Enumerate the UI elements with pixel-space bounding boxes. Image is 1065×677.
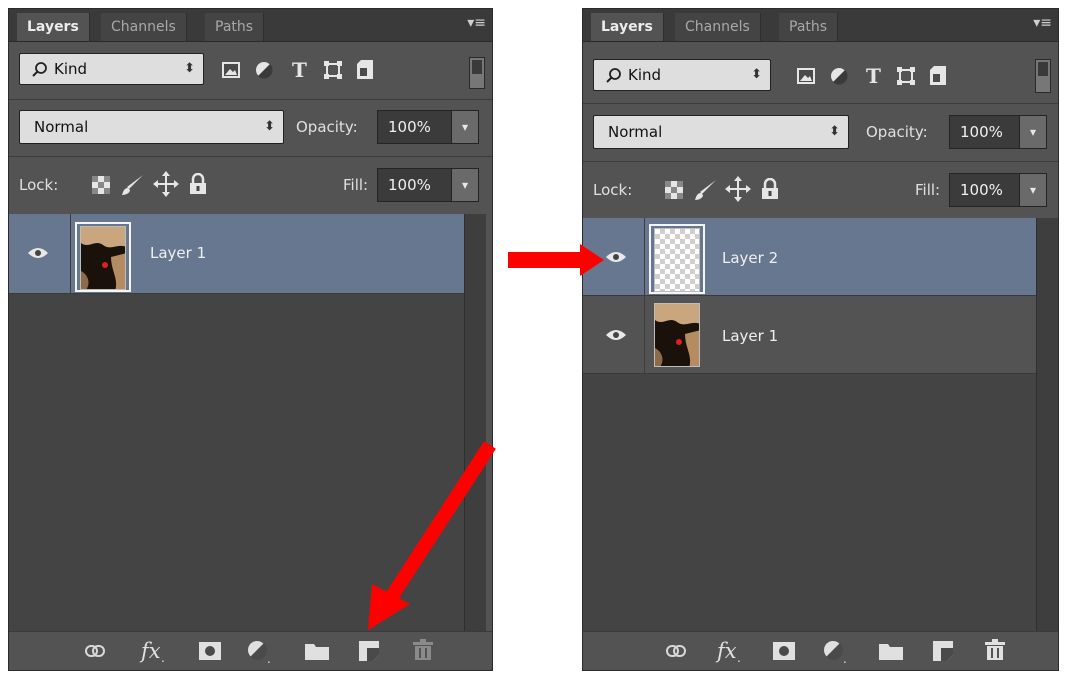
annotation-arrows (368, 244, 604, 630)
arrow-to-new-layer-icon (368, 441, 496, 630)
arrow-to-layer-2 (508, 244, 604, 276)
